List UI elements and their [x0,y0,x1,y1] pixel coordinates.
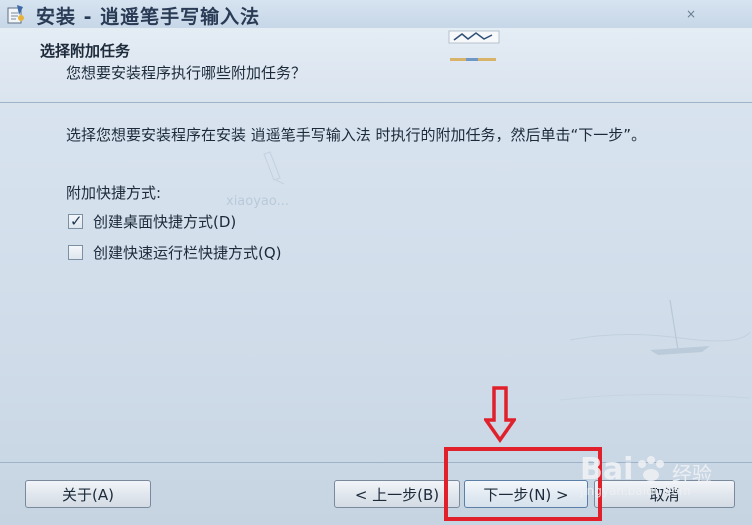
down-arrow-annotation-icon [484,386,516,444]
title-bar[interactable]: 安装 - 逍遥笔手写输入法 × [0,0,752,28]
quicklaunch-shortcut-option[interactable]: 创建快速运行栏快捷方式(Q) [68,241,282,263]
about-button[interactable]: 关于(A) [25,480,151,508]
task-description: 选择您想要安装程序在安装 逍遥笔手写输入法 时执行的附加任务，然后单击“下一步”… [66,126,647,144]
watermark-experience: 经验 [672,462,712,486]
watermark-brand: Bai [580,452,634,487]
back-button[interactable]: < 上一步(B) [334,480,460,508]
page-title: 选择附加任务 [40,42,131,60]
product-logo-icon [448,30,500,61]
quicklaunch-shortcut-label: 创建快速运行栏快捷方式(Q) [93,243,282,262]
installer-window: 安装 - 逍遥笔手写输入法 × 选择附加任务 您想要安装程序执行哪些附加任务？ … [0,0,752,525]
close-icon[interactable]: × [686,8,696,20]
quicklaunch-shortcut-checkbox[interactable] [68,244,83,260]
installer-icon [7,5,24,24]
page-header: 选择附加任务 您想要安装程序执行哪些附加任务？ [0,28,752,103]
shortcut-section-label: 附加快捷方式: [66,184,162,202]
desktop-shortcut-option[interactable]: ✓ 创建桌面快捷方式(D) [68,210,236,232]
desktop-shortcut-checkbox[interactable]: ✓ [68,211,83,230]
watermark-url: jingyan.baidu.com [580,484,691,498]
background-landscape-icon [560,299,750,401]
faint-background-text: xiaoyao... [226,194,290,209]
window-title: 安装 - 逍遥笔手写输入法 [36,6,261,28]
desktop-shortcut-label: 创建桌面快捷方式(D) [93,212,237,231]
watermark-pen-icon [263,151,285,185]
paw-icon [638,456,664,481]
page-subtitle: 您想要安装程序执行哪些附加任务？ [66,64,307,82]
checkmark-icon: ✓ [70,211,83,230]
baidu-jingyan-watermark: Bai 经验 jingyan.baidu.com [578,452,748,504]
